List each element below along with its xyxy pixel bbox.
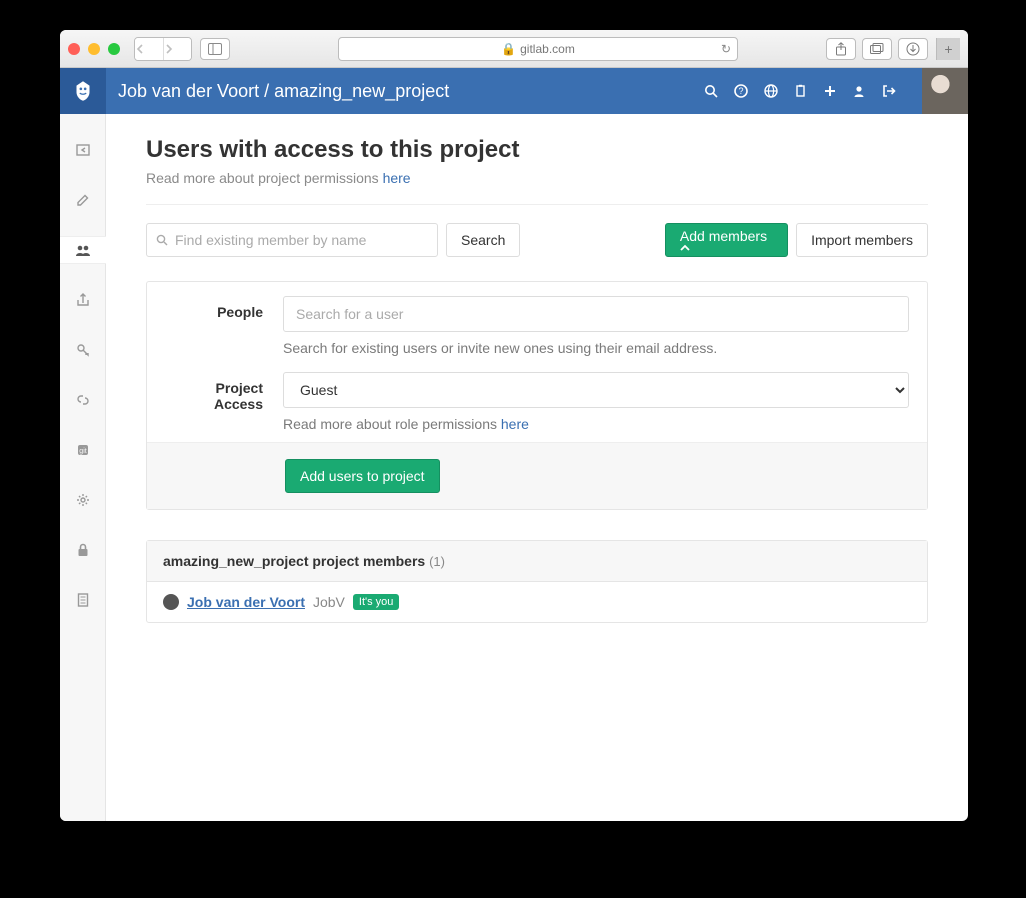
member-row: Job van der Voort JobV It's you [147, 582, 927, 622]
user-avatar[interactable] [922, 68, 968, 114]
page-title: Users with access to this project [146, 136, 928, 164]
protected-icon[interactable] [60, 536, 106, 564]
add-users-button[interactable]: Add users to project [285, 459, 440, 493]
search-button[interactable]: Search [446, 223, 520, 257]
app-body: git Users with access to this project Re… [60, 114, 968, 821]
access-help-text: Read more about role permissions [283, 416, 501, 432]
form-footer: Add users to project [147, 442, 927, 509]
globe-icon[interactable] [764, 84, 778, 98]
members-icon[interactable] [60, 236, 106, 264]
deploy-keys-icon[interactable] [60, 336, 106, 364]
user-icon[interactable] [852, 84, 866, 98]
settings-icon[interactable] [60, 486, 106, 514]
main-content: Users with access to this project Read m… [106, 114, 968, 821]
breadcrumb-project: amazing_new_project [274, 81, 449, 101]
members-heading-text: amazing_new_project project members [163, 553, 425, 569]
share-icon[interactable] [60, 286, 106, 314]
access-select[interactable]: Guest [283, 372, 909, 408]
members-count: (1) [429, 554, 445, 569]
people-row: People Search for existing users or invi… [147, 282, 927, 366]
breadcrumb[interactable]: Job van der Voort / amazing_new_project [106, 81, 704, 102]
access-label: Project Access [165, 372, 263, 432]
add-members-panel: People Search for existing users or invi… [146, 281, 928, 510]
topbar-icons: ? [704, 68, 968, 114]
clipboard-icon[interactable] [794, 84, 808, 98]
add-members-label: Add members [680, 228, 767, 244]
permissions-subtext: Read more about project permissions here [146, 170, 928, 186]
minimize-window-button[interactable] [88, 43, 100, 55]
breadcrumb-owner: Job van der Voort [118, 81, 259, 101]
help-icon[interactable]: ? [734, 84, 748, 98]
access-help: Read more about role permissions here [283, 416, 909, 432]
plus-icon[interactable] [824, 85, 836, 97]
add-members-button[interactable]: Add members [665, 223, 788, 257]
search-icon[interactable] [704, 84, 718, 98]
sidebar-collapse-icon[interactable] [60, 136, 106, 164]
maximize-window-button[interactable] [108, 43, 120, 55]
role-permissions-link[interactable]: here [501, 416, 529, 432]
new-tab-button[interactable]: + [936, 38, 960, 60]
app-topbar: Job van der Voort / amazing_new_project … [60, 68, 968, 114]
people-label: People [165, 296, 263, 356]
svg-text:?: ? [738, 86, 743, 96]
its-you-badge: It's you [353, 594, 400, 610]
forward-button[interactable] [163, 38, 191, 60]
back-button[interactable] [135, 38, 163, 60]
chevron-up-icon [680, 244, 773, 252]
people-input[interactable] [283, 296, 909, 332]
window-controls [68, 43, 120, 55]
webhooks-icon[interactable] [60, 386, 106, 414]
browser-window: 🔒 gitlab.com ↻ + Job van der Voort / ama… [60, 30, 968, 821]
find-member-input[interactable] [146, 223, 438, 257]
import-members-button[interactable]: Import members [796, 223, 928, 257]
browser-titlebar: 🔒 gitlab.com ↻ + [60, 30, 968, 68]
divider [146, 204, 928, 205]
url-host: gitlab.com [520, 42, 575, 56]
search-icon [156, 234, 168, 246]
member-username: JobV [313, 594, 345, 610]
svg-text:git: git [79, 448, 86, 455]
permissions-text: Read more about project permissions [146, 170, 383, 186]
action-row: Search Add members Import members [146, 223, 928, 257]
permissions-link[interactable]: here [383, 170, 411, 186]
people-help: Search for existing users or invite new … [283, 340, 909, 356]
access-row: Project Access Guest Read more about rol… [147, 366, 927, 442]
gitlab-logo[interactable] [60, 68, 106, 114]
member-avatar [163, 594, 179, 610]
members-panel: amazing_new_project project members (1) … [146, 540, 928, 623]
member-name-link[interactable]: Job van der Voort [187, 594, 305, 610]
edit-icon[interactable] [60, 186, 106, 214]
tabs-button[interactable] [862, 38, 892, 60]
lock-icon: 🔒 [501, 42, 516, 56]
reload-icon[interactable]: ↻ [721, 42, 731, 56]
pages-icon[interactable] [60, 586, 106, 614]
sidebar-toggle-button[interactable] [200, 38, 230, 60]
downloads-button[interactable] [898, 38, 928, 60]
share-button[interactable] [826, 38, 856, 60]
find-member-wrap [146, 223, 438, 257]
breadcrumb-sep: / [259, 81, 274, 101]
signout-icon[interactable] [882, 84, 896, 98]
members-heading: amazing_new_project project members (1) [147, 541, 927, 582]
project-sidebar: git [60, 114, 106, 821]
git-icon[interactable]: git [60, 436, 106, 464]
nav-back-forward [134, 37, 192, 61]
browser-right-buttons [826, 38, 928, 60]
url-bar[interactable]: 🔒 gitlab.com ↻ [338, 37, 738, 61]
close-window-button[interactable] [68, 43, 80, 55]
